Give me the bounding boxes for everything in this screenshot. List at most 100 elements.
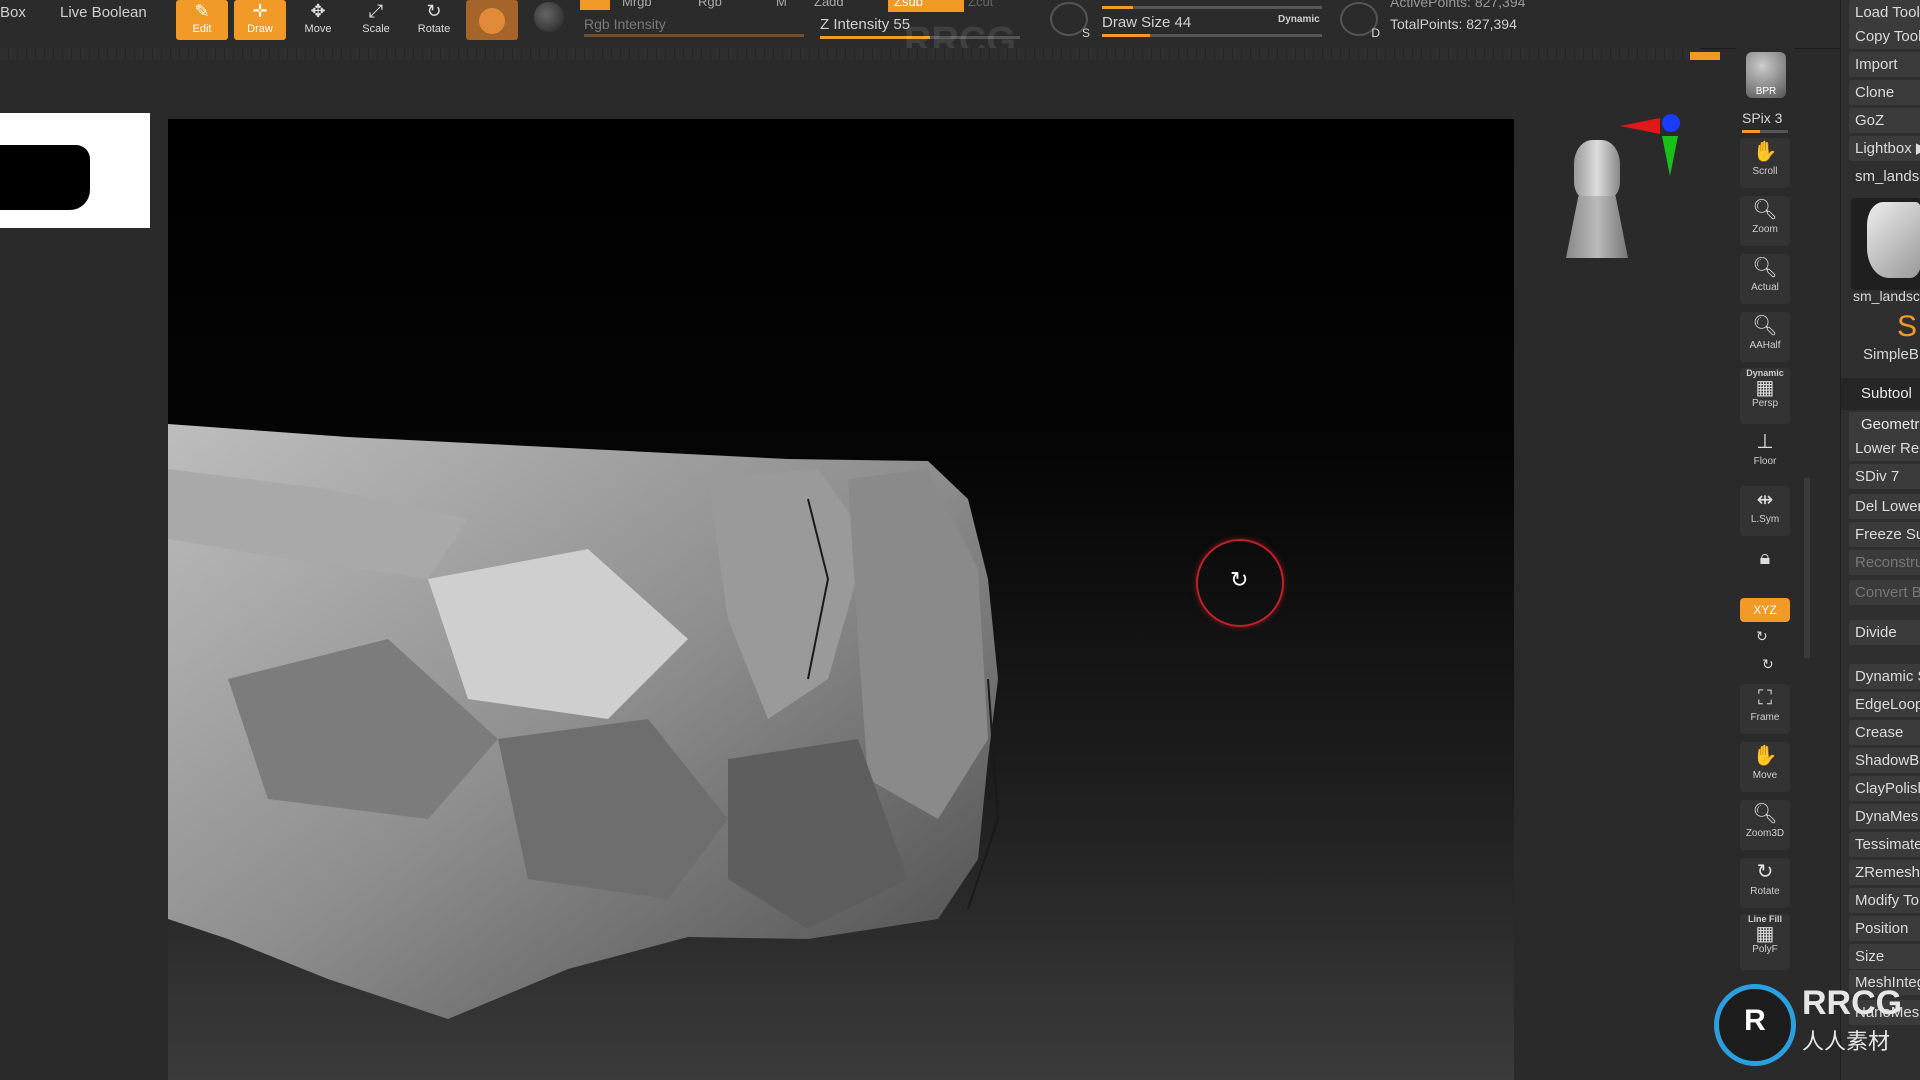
- bpr-button[interactable]: BPR: [1746, 52, 1786, 98]
- import-button[interactable]: Import: [1849, 52, 1920, 77]
- edit-icon: ✎: [194, 1, 210, 21]
- top-toolbar: Box Live Boolean ✎ Edit ✛ Draw ✥ Move ⤢ …: [0, 0, 1844, 62]
- rotate-button[interactable]: ↻ Rotate: [408, 0, 460, 40]
- simple-brush-icon[interactable]: S: [1897, 310, 1917, 344]
- aahalf-icon: 🔍︎: [1752, 315, 1778, 337]
- thumbnail-silhouette: [0, 145, 90, 210]
- lock-icon: 🔒︎: [1759, 547, 1771, 569]
- rgb-intensity-slider[interactable]: [584, 34, 804, 37]
- persp-icon: ▦: [1755, 377, 1775, 399]
- focal-shift-slider[interactable]: [1102, 6, 1322, 9]
- m-button[interactable]: M: [776, 0, 787, 9]
- aahalf-button[interactable]: 🔍︎ AAHalf: [1740, 312, 1790, 362]
- copy-tool-button[interactable]: Copy Tool: [1849, 24, 1920, 49]
- draw-size-slider[interactable]: [1102, 34, 1322, 37]
- zoom-icon: 🔍︎: [1752, 199, 1778, 221]
- spix-label[interactable]: SPix 3: [1742, 110, 1782, 126]
- geometry-item[interactable]: Del Lower: [1849, 494, 1920, 519]
- persp-button[interactable]: Dynamic ▦ Persp: [1740, 368, 1790, 424]
- scale-button[interactable]: ⤢ Scale: [350, 0, 402, 40]
- geometry-item[interactable]: Size: [1849, 944, 1920, 969]
- box-label[interactable]: Box: [0, 4, 26, 21]
- xyz-button[interactable]: XYZ: [1740, 598, 1790, 622]
- dynamic-toggle[interactable]: Dynamic: [1278, 14, 1320, 25]
- rotate-icon: ↻: [1756, 861, 1774, 883]
- tool-palette: Load Tool Copy Tool Import Clone GoZ Lig…: [1840, 0, 1920, 1080]
- lightbox-button[interactable]: Lightbox ▶: [1849, 136, 1920, 161]
- scale-label: Scale: [362, 23, 390, 35]
- rgb-button[interactable]: Rgb: [698, 0, 722, 9]
- geometry-item[interactable]: Convert B: [1849, 580, 1920, 605]
- rotate-cursor-icon: ↻: [1230, 567, 1249, 592]
- tool-thumbnail[interactable]: [1851, 198, 1920, 290]
- zcut-button[interactable]: Zcut: [968, 0, 993, 9]
- clone-button[interactable]: Clone: [1849, 80, 1920, 105]
- geometry-item[interactable]: Freeze Su: [1849, 522, 1920, 547]
- geometry-item[interactable]: Lower Res: [1849, 436, 1920, 461]
- spix-slider[interactable]: [1742, 130, 1788, 133]
- zoom-button[interactable]: 🔍︎ Zoom: [1740, 196, 1790, 246]
- scroll-label: Scroll: [1752, 166, 1778, 177]
- floor-label: Floor: [1753, 456, 1777, 467]
- mrgb-button[interactable]: Mrgb: [622, 0, 652, 9]
- geometry-item[interactable]: EdgeLoop: [1849, 692, 1920, 717]
- polyf-button[interactable]: Line Fill ▦ PolyF: [1740, 914, 1790, 970]
- zsub-button[interactable]: Zsub: [888, 0, 964, 12]
- focal-d-label: D: [1371, 26, 1380, 40]
- rrcg-logo-icon: R: [1714, 984, 1796, 1066]
- zoom3d-label: Zoom3D: [1745, 828, 1785, 839]
- rotate-z-icon[interactable]: ↻: [1762, 656, 1774, 673]
- geometry-item[interactable]: ShadowB: [1849, 748, 1920, 773]
- simple-brush-label: SimpleB: [1863, 346, 1919, 363]
- zadd-button[interactable]: Zadd: [814, 0, 844, 9]
- tool-thumbnail-label: sm_landsc: [1853, 288, 1920, 304]
- progress-indicator: [1690, 52, 1720, 60]
- floor-button[interactable]: ⊥ Floor: [1740, 428, 1790, 478]
- rotate-view-button[interactable]: ↻ Rotate: [1740, 858, 1790, 908]
- material-swatch[interactable]: [466, 0, 518, 40]
- a-toggle[interactable]: [580, 0, 610, 10]
- frame-button[interactable]: ⛶ Frame: [1740, 684, 1790, 734]
- geometry-item[interactable]: SDiv 7: [1849, 464, 1920, 489]
- load-tool-button[interactable]: Load Tool: [1849, 0, 1920, 25]
- goz-button[interactable]: GoZ: [1849, 108, 1920, 133]
- geometry-item[interactable]: Position: [1849, 916, 1920, 941]
- move-button[interactable]: ✥ Move: [292, 0, 344, 40]
- lsym-button[interactable]: ⇹ L.Sym: [1740, 486, 1790, 536]
- right-shelf: BPR SPix 3 ✋ Scroll 🔍︎ Zoom 🔍︎ Actual 🔍︎ AAH…: [1736, 48, 1810, 1080]
- material-sphere-icon: [479, 8, 505, 34]
- geometry-item[interactable]: ZRemesh: [1849, 860, 1920, 885]
- shelf-scrollbar[interactable]: [1804, 478, 1810, 658]
- subtool-header[interactable]: Subtool: [1841, 378, 1920, 410]
- focal-shift-fill: [1102, 6, 1133, 9]
- geometry-item[interactable]: Dynamic S: [1849, 664, 1920, 689]
- axis-gizmo-icon[interactable]: [1620, 112, 1680, 182]
- rotate-y-icon[interactable]: ↻: [1756, 628, 1768, 645]
- actual-label: Actual: [1751, 282, 1779, 293]
- scale-icon: ⤢: [368, 1, 384, 21]
- geometry-item[interactable]: Reconstru: [1849, 550, 1920, 575]
- geometry-item[interactable]: ClayPolish: [1849, 776, 1920, 801]
- geometry-header[interactable]: Geometr: [1849, 412, 1920, 438]
- geometry-item[interactable]: Modify To: [1849, 888, 1920, 913]
- draw-button[interactable]: ✛ Draw: [234, 0, 286, 40]
- geometry-item[interactable]: Divide: [1849, 620, 1920, 645]
- move-view-button[interactable]: ✋ Move: [1740, 742, 1790, 792]
- scroll-button[interactable]: ✋ Scroll: [1740, 138, 1790, 188]
- draw-icon: ✛: [252, 1, 268, 21]
- actual-button[interactable]: 🔍︎ Actual: [1740, 254, 1790, 304]
- live-boolean-button[interactable]: Live Boolean: [60, 4, 147, 21]
- aahalf-label: AAHalf: [1749, 340, 1781, 351]
- viewport-canvas[interactable]: ↻: [168, 119, 1514, 1080]
- geometry-item[interactable]: Tessimate: [1849, 832, 1920, 857]
- scroll-icon: ✋: [1752, 141, 1778, 163]
- lock-button[interactable]: 🔒︎: [1740, 544, 1790, 594]
- edit-button[interactable]: ✎ Edit: [176, 0, 228, 40]
- color-sphere-icon[interactable]: [534, 2, 564, 32]
- edit-label: Edit: [192, 23, 212, 35]
- focal-shift-d-icon[interactable]: D: [1340, 2, 1380, 40]
- geometry-item[interactable]: Crease: [1849, 720, 1920, 745]
- focal-shift-s-icon[interactable]: S: [1050, 2, 1090, 40]
- geometry-item[interactable]: DynaMes: [1849, 804, 1920, 829]
- zoom3d-button[interactable]: 🔍︎ Zoom3D: [1740, 800, 1790, 850]
